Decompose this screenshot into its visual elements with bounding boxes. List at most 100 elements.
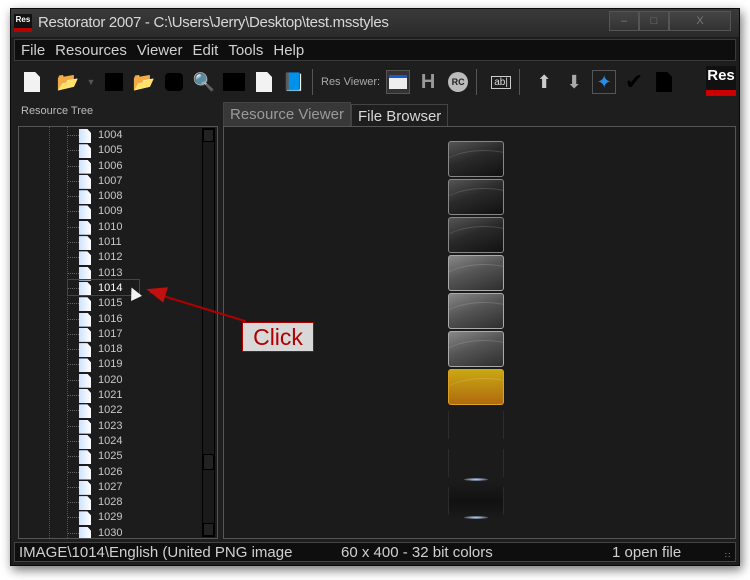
tree-item[interactable]: 1005 bbox=[19, 143, 204, 159]
status-bar: IMAGE\1014\English (United PNG image 60 … bbox=[14, 542, 736, 562]
tree-item[interactable]: 1011 bbox=[19, 235, 204, 251]
tree-connector bbox=[68, 150, 79, 152]
extract-icon[interactable] bbox=[162, 70, 186, 94]
tree-item[interactable]: 1023 bbox=[19, 419, 204, 434]
file-icon bbox=[79, 480, 91, 495]
menu-help[interactable]: Help bbox=[267, 42, 308, 59]
menu-resources[interactable]: Resources bbox=[49, 42, 131, 59]
tree-item[interactable]: 1016 bbox=[19, 312, 204, 327]
tree-item[interactable]: 1028 bbox=[19, 495, 204, 511]
image-viewer-icon[interactable] bbox=[386, 70, 411, 94]
move-down-icon[interactable]: ⬇ bbox=[562, 70, 586, 94]
dropdown-arrow-icon[interactable]: ▼ bbox=[86, 70, 96, 94]
res-viewer-label: Res Viewer: bbox=[321, 76, 381, 88]
tree-item[interactable]: 1027 bbox=[19, 480, 204, 495]
file-icon bbox=[79, 373, 91, 388]
black-square-icon[interactable] bbox=[102, 70, 126, 94]
text-edit-icon[interactable]: ab| bbox=[489, 70, 513, 94]
tree-item-label: 1004 bbox=[98, 129, 123, 141]
checkmark-icon[interactable]: ✔ bbox=[622, 69, 646, 94]
maximize-button[interactable]: □ bbox=[639, 11, 669, 31]
tree-connector bbox=[68, 517, 79, 519]
tab-file-browser[interactable]: File Browser bbox=[350, 104, 449, 128]
tree-item-label: 1029 bbox=[98, 511, 123, 524]
button-state-glow bbox=[448, 445, 504, 481]
copy-pages-icon[interactable] bbox=[252, 70, 276, 94]
status-dimensions: 60 x 400 - 32 bit colors bbox=[341, 544, 493, 561]
tree-item[interactable]: 1009 bbox=[19, 204, 204, 220]
tree-item[interactable]: 1024 bbox=[19, 434, 204, 449]
tree-item-label: 1007 bbox=[98, 174, 123, 187]
res-logo: Res bbox=[706, 66, 736, 96]
menu-viewer[interactable]: Viewer bbox=[131, 42, 187, 59]
tree-item[interactable]: 1021 bbox=[19, 388, 204, 404]
button-state-normal bbox=[448, 179, 504, 215]
minimize-button[interactable]: – bbox=[609, 11, 639, 31]
help-book-icon[interactable]: 📘 bbox=[282, 70, 306, 94]
tree-item-label: 1021 bbox=[98, 389, 123, 402]
tree-item-label: 1028 bbox=[98, 496, 123, 509]
menu-file[interactable]: File bbox=[15, 42, 49, 59]
tree-connector bbox=[68, 257, 79, 259]
file-icon bbox=[79, 144, 91, 159]
open-folder-arrow-icon[interactable]: 📂 bbox=[132, 70, 156, 94]
button-state-hover bbox=[448, 255, 504, 291]
page-icon[interactable] bbox=[652, 70, 676, 94]
tree-item[interactable]: 1020 bbox=[19, 373, 204, 388]
toolbar-separator bbox=[476, 69, 478, 95]
tab-resource-viewer[interactable]: Resource Viewer bbox=[223, 102, 351, 126]
tree-item[interactable]: 1004 bbox=[19, 128, 204, 143]
tree-item-label: 1023 bbox=[98, 419, 123, 432]
tree-connector bbox=[68, 211, 79, 213]
scroll-thumb[interactable] bbox=[203, 454, 214, 470]
tree-item-label: 1017 bbox=[98, 327, 123, 340]
tree-item-label: 1030 bbox=[98, 526, 123, 539]
close-button[interactable]: X bbox=[669, 11, 731, 31]
tree-item[interactable]: 1026 bbox=[19, 465, 204, 480]
resource-tree-label: Resource Tree bbox=[21, 105, 94, 117]
hex-icon[interactable]: H bbox=[416, 70, 440, 94]
tree-item[interactable]: 1029 bbox=[19, 510, 204, 526]
tree-item[interactable]: 1018 bbox=[19, 342, 204, 358]
file-icon bbox=[79, 327, 91, 342]
tree-item[interactable]: 1007 bbox=[19, 174, 204, 189]
open-folder-icon[interactable]: 📂 bbox=[56, 70, 80, 94]
tree-connector bbox=[68, 456, 79, 458]
tree-item[interactable]: 1006 bbox=[19, 159, 204, 174]
new-file-icon[interactable] bbox=[20, 70, 44, 94]
tree-item[interactable]: 1030 bbox=[19, 526, 204, 539]
tree-item[interactable]: 1025 bbox=[19, 449, 204, 465]
move-up-icon[interactable]: ⬆ bbox=[532, 70, 556, 94]
tree-item[interactable]: 1022 bbox=[19, 403, 204, 419]
tree-scrollbar[interactable] bbox=[202, 128, 215, 537]
file-icon bbox=[79, 358, 91, 373]
menu-tools[interactable]: Tools bbox=[222, 42, 267, 59]
title-bar[interactable]: Res Restorator 2007 - C:\Users\Jerry\Des… bbox=[11, 9, 739, 37]
app-icon: Res bbox=[14, 14, 32, 32]
file-icon bbox=[79, 174, 91, 189]
tree-item[interactable]: 1012 bbox=[19, 250, 204, 266]
status-path: IMAGE\1014\English (United PNG image bbox=[19, 544, 293, 561]
toolbar: 📂 ▼ 📂 🔍 📘 Res Viewer: H RC ab| ⬆ ⬇ ✦ ✔ R… bbox=[14, 64, 736, 100]
status-open-files: 1 open file bbox=[612, 544, 682, 561]
resize-grip-icon[interactable]: ∷ bbox=[725, 551, 733, 560]
tree-item-label: 1009 bbox=[98, 205, 123, 218]
scroll-down-button[interactable] bbox=[203, 523, 214, 536]
annotation-label: Click bbox=[242, 322, 314, 352]
tree-item[interactable]: 1008 bbox=[19, 189, 204, 205]
resource-tree[interactable]: 1004 1005 1006 1007 1008 1009 1010 1011 1012 1013… bbox=[18, 126, 218, 539]
search-icon[interactable]: 🔍 bbox=[192, 70, 216, 94]
tree-item[interactable]: 1019 bbox=[19, 357, 204, 373]
menu-edit[interactable]: Edit bbox=[186, 42, 222, 59]
scroll-up-button[interactable] bbox=[203, 129, 214, 142]
tree-item[interactable]: 1017 bbox=[19, 327, 204, 342]
tree-connector bbox=[68, 502, 79, 504]
navigate-icon[interactable]: ✦ bbox=[592, 70, 617, 94]
rc-icon[interactable]: RC bbox=[446, 70, 470, 94]
button-state-glow bbox=[448, 483, 504, 519]
file-icon bbox=[79, 511, 91, 526]
binary-icon[interactable] bbox=[222, 70, 246, 94]
tree-connector bbox=[68, 440, 79, 442]
tree-connector bbox=[68, 425, 79, 427]
tree-item[interactable]: 1010 bbox=[19, 220, 204, 235]
